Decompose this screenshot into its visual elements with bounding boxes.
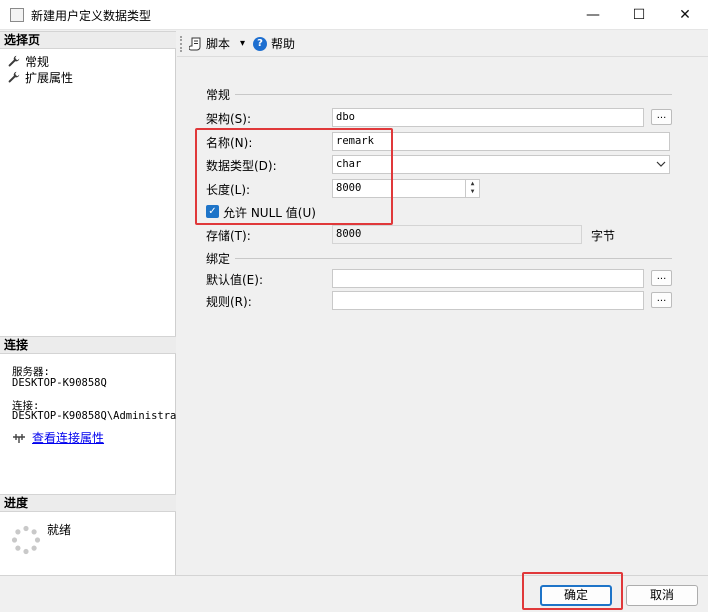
page-item-label: 常规 (25, 54, 50, 69)
page-item-extended-properties[interactable]: 扩展属性 (8, 69, 73, 85)
toolbar-grip (180, 36, 183, 52)
progress-status: 就绪 (47, 523, 72, 537)
app-icon (10, 8, 24, 22)
progress-spinner-icon (11, 525, 41, 555)
toolbar: 脚本 ▾ ? 帮助 (177, 31, 708, 57)
minimize-button[interactable]: — (570, 0, 616, 30)
connection-value: DESKTOP-K90858Q\Administrat (12, 410, 183, 422)
rule-field[interactable] (332, 291, 644, 310)
close-button[interactable]: ✕ (662, 0, 708, 30)
default-field[interactable] (332, 269, 644, 288)
progress-header: 进度 (0, 494, 176, 512)
general-group-divider (235, 94, 672, 95)
wrench-icon (8, 71, 20, 83)
default-browse-button[interactable]: ... (651, 270, 672, 286)
help-label: 帮助 (271, 37, 296, 51)
chevron-down-icon[interactable] (656, 156, 666, 173)
wrench-icon (8, 55, 20, 67)
left-pane: 选择页 常规 扩展属性 连接 服务器: DESKTOP-K90858Q 连接: … (0, 31, 183, 575)
script-dropdown-arrow-icon[interactable]: ▾ (240, 38, 245, 49)
schema-label: 架构(S): (206, 112, 252, 126)
dialog-button-bar: 确定 取消 (0, 572, 708, 612)
connection-plug-icon (13, 433, 25, 443)
server-value: DESKTOP-K90858Q (12, 377, 107, 389)
page-item-general[interactable]: 常规 (8, 53, 49, 69)
maximize-button[interactable]: ☐ (616, 0, 662, 30)
storage-unit: 字节 (591, 229, 616, 243)
binding-group-title: 绑定 (206, 252, 231, 266)
cancel-button[interactable]: 取消 (626, 585, 698, 606)
schema-browse-button[interactable]: ... (651, 109, 672, 125)
help-icon: ? (253, 36, 267, 51)
binding-group-divider (235, 258, 672, 259)
spin-down-icon[interactable]: ▼ (466, 188, 479, 196)
rule-label: 规则(R): (206, 295, 252, 309)
script-label: 脚本 (206, 37, 231, 51)
script-icon (189, 37, 201, 50)
general-group-title: 常规 (206, 88, 231, 102)
connection-header: 连接 (0, 336, 176, 354)
default-label: 默认值(E): (206, 273, 263, 287)
storage-label: 存储(T): (206, 229, 251, 243)
view-connection-properties-link[interactable]: 查看连接属性 (12, 429, 104, 446)
rule-browse-button[interactable]: ... (651, 292, 672, 308)
title-bar: 新建用户定义数据类型 — ☐ ✕ (0, 0, 708, 30)
highlight-box-fields (195, 128, 393, 225)
help-button[interactable]: ? 帮助 (253, 35, 295, 52)
storage-field: 8000 (332, 225, 582, 244)
view-connection-properties-label: 查看连接属性 (32, 431, 105, 445)
script-button[interactable]: 脚本 ▾ (189, 35, 245, 52)
length-spinner[interactable]: ▲ ▼ (465, 180, 479, 197)
highlight-box-ok (522, 572, 623, 610)
window-title: 新建用户定义数据类型 (31, 9, 152, 23)
general-page-content: 常规 架构(S): dbo ... 名称(N): remark 数据类型(D):… (177, 58, 708, 575)
select-page-header: 选择页 (0, 31, 176, 49)
page-item-label: 扩展属性 (25, 70, 74, 85)
spin-up-icon[interactable]: ▲ (466, 180, 479, 188)
schema-field[interactable]: dbo (332, 108, 644, 127)
